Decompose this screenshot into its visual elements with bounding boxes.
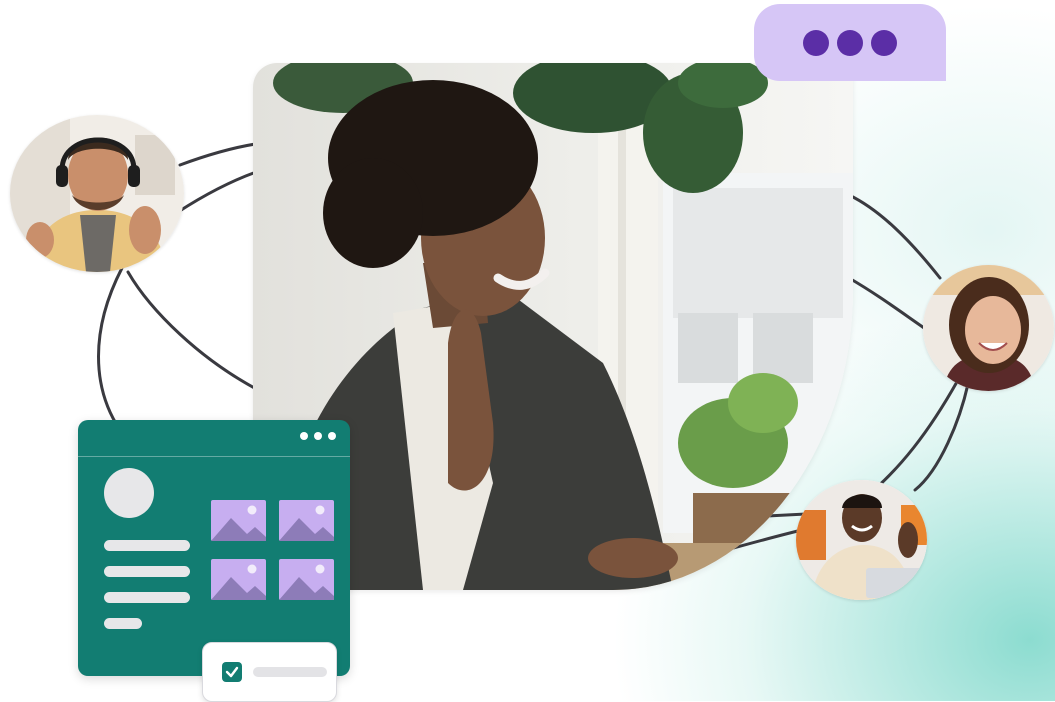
image-placeholder-icon[interactable] [211, 559, 266, 600]
woman-laughing-avatar [923, 265, 1054, 391]
text-line-placeholder [104, 540, 190, 551]
image-placeholder-icon[interactable] [279, 500, 334, 541]
typing-dot-icon [871, 29, 897, 56]
image-placeholder-icon[interactable] [279, 559, 334, 600]
participant-avatar-man-headset[interactable] [10, 115, 184, 272]
profile-card-window[interactable] [78, 420, 350, 676]
participant-avatar-man-laptop[interactable] [796, 480, 927, 600]
window-dot [328, 432, 336, 440]
window-dot [300, 432, 308, 440]
window-menu-dots-icon[interactable] [300, 432, 336, 440]
text-line-placeholder [104, 566, 190, 577]
text-line-placeholder [104, 592, 190, 603]
typing-chat-bubble [754, 4, 946, 81]
checkmark-icon [225, 666, 239, 678]
man-with-laptop-avatar [796, 480, 927, 600]
card-divider [78, 456, 350, 457]
typing-dot-icon [837, 29, 863, 56]
checklist-item-chip[interactable] [202, 642, 337, 702]
text-line-placeholder [104, 618, 142, 629]
participant-avatar-woman-laughing[interactable] [923, 265, 1054, 391]
typing-dot-icon [803, 29, 829, 56]
image-placeholder-icon[interactable] [211, 500, 266, 541]
checkbox-checked-icon[interactable] [222, 662, 242, 682]
profile-avatar-placeholder [104, 468, 154, 518]
window-dot [314, 432, 322, 440]
man-with-headset-avatar [10, 115, 184, 272]
checklist-text-placeholder [253, 667, 327, 677]
